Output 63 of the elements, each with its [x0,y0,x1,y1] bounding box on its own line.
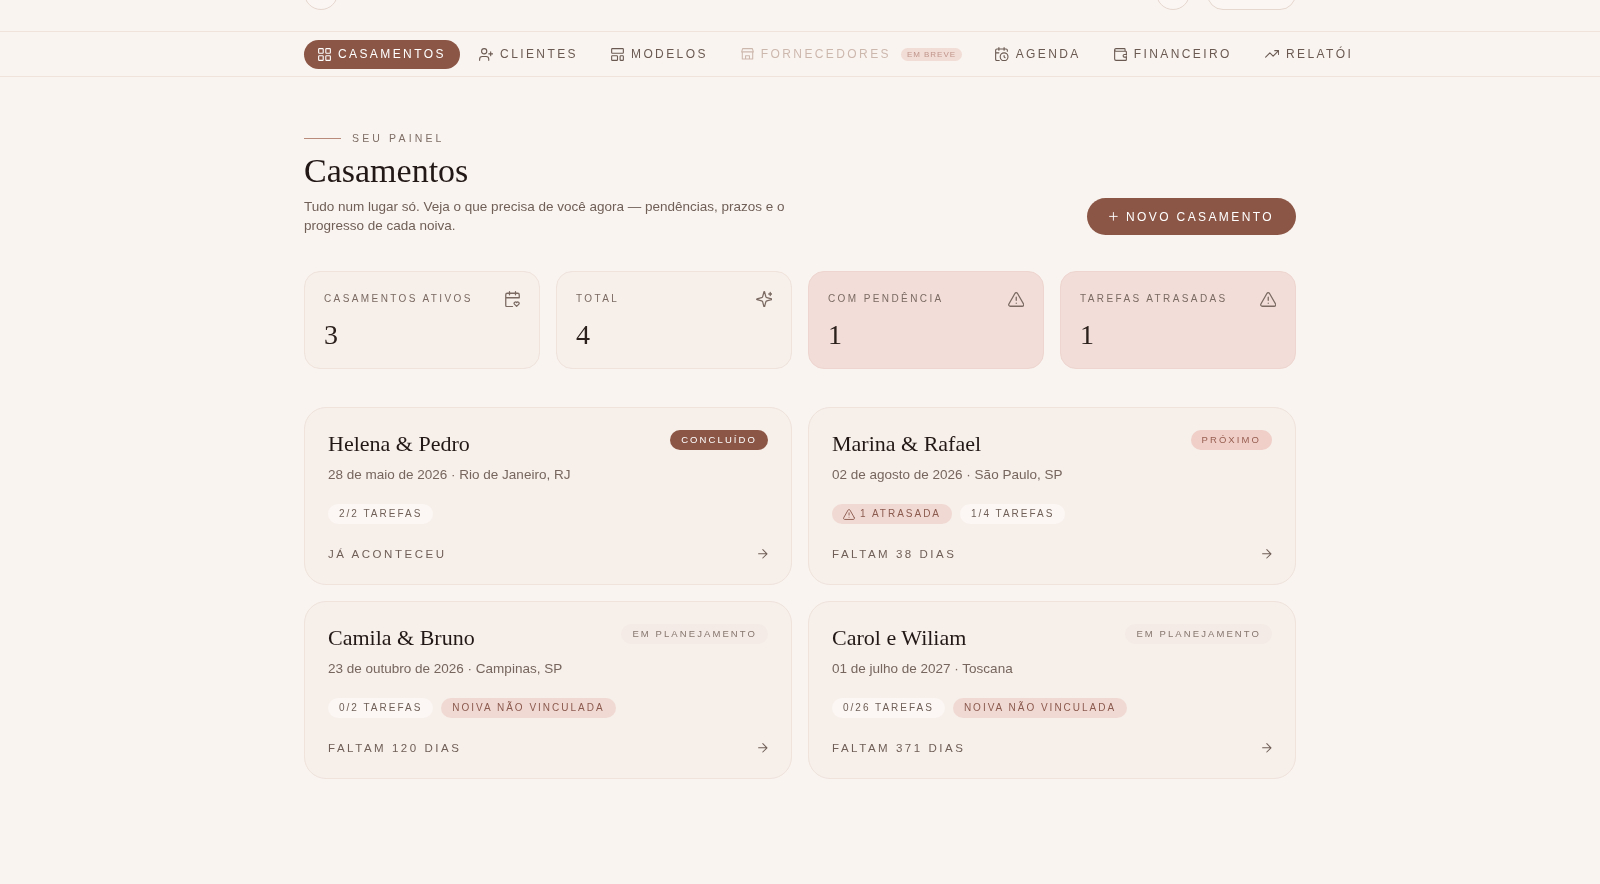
layout-icon [611,47,624,61]
arrow-right-icon [1262,549,1272,559]
status-badge: EM PLANEJAMENTO [1125,624,1272,644]
status-badge: PRÓXIMO [1190,430,1272,450]
stat-label: CASAMENTOS ATIVOS [324,292,473,306]
stat-label: TAREFAS ATRASADAS [1080,292,1228,306]
calendar-clock-icon [995,46,1009,62]
arrow-right-icon [758,743,768,753]
countdown-text: JÁ ACONTECEU [328,547,447,561]
countdown-text: FALTAM 371 DIAS [832,741,966,755]
date-place: 28 de maio de 2026 · Rio de Janeiro, RJ [328,466,572,484]
task-chip: NOIVA NÃO VINCULADA [441,698,616,718]
date-place: 01 de julho de 2027 · Toscana [832,660,1014,678]
date-place: 02 de agosto de 2026 · São Paulo, SP [832,466,1064,484]
stat-value: 1 [828,319,843,351]
soon-badge: EM BREVE [900,47,962,61]
warning-icon [1007,291,1024,307]
plus-icon [1109,212,1118,221]
wedding-card[interactable]: Marina & Rafael PRÓXIMO 02 de agosto de 2026 · São Paulo, SP 1 ATRASADA 1/4 TAREFAS FALTAM 38 DIAS [808,407,1296,585]
nav-tab[interactable]: CASAMENTOS [304,39,460,69]
stat-label: TOTAL [576,292,620,306]
sparkles-icon [755,290,772,308]
section-eyebrow: SEU PAINEL [352,131,445,145]
arrow-right-icon [1262,743,1272,753]
date-place: 23 de outubro de 2026 · Campinas, SP [328,660,564,678]
task-chip: 0/26 TAREFAS [832,698,945,718]
store-icon [740,48,754,60]
task-chip: 1 ATRASADA [832,504,953,524]
status-badge: CONCLUÍDO [670,430,768,450]
couple-name: Carol e Wiliam [832,624,967,652]
page-description: Tudo num lugar só. Veja o que precisa de você agora — pendências, prazos e o progresso de cada noiva. [304,198,786,235]
task-chip: 2/2 TAREFAS [328,504,434,524]
couple-name: Camila & Bruno [328,624,475,652]
wedding-card[interactable]: Camila & Bruno EM PLANEJAMENTO 23 de outubro de 2026 · Campinas, SP 0/2 TAREFAS NOIVA NÃO VINCULADA FALTAM 120 DIAS [304,601,792,779]
person-plus-icon [478,47,494,61]
countdown-text: FALTAM 38 DIAS [832,547,957,561]
couple-name: Marina & Rafael [832,430,982,458]
grid-icon [318,47,331,61]
stat-value: 1 [1080,319,1095,351]
task-chip: 1/4 TAREFAS [960,504,1066,524]
couple-name: Helena & Pedro [328,430,470,458]
task-chip: NOIVA NÃO VINCULADA [952,698,1128,718]
nav-tab[interactable]: RELATÓI [1250,39,1368,69]
stat-value: 4 [576,319,591,351]
wedding-card[interactable]: Carol e Wiliam EM PLANEJAMENTO 01 de julho de 2027 · Toscana 0/26 TAREFAS NOIVA NÃO VINCULADA FALTAM 371 DIAS [808,601,1296,779]
stat-value: 3 [324,319,339,351]
nav-tab[interactable]: AGENDA [981,39,1095,69]
stat-label: COM PENDÊNCIA [828,292,944,306]
countdown-text: FALTAM 120 DIAS [328,741,462,755]
task-chip: 0/2 TAREFAS [328,698,434,718]
trend-up-icon [1264,50,1279,58]
arrow-right-icon [758,549,768,559]
status-badge: EM PLANEJAMENTO [621,624,768,644]
new-wedding-button[interactable]: NOVO CASAMENTO [1087,198,1296,235]
nav-tab[interactable]: MODELOS [597,39,722,69]
warning-icon [843,508,856,520]
wedding-card[interactable]: Helena & Pedro CONCLUÍDO 28 de maio de 2026 · Rio de Janeiro, RJ 2/2 TAREFAS JÁ ACONTECEU [304,407,792,585]
warning-icon [1259,291,1276,307]
calendar-heart-icon [505,290,520,308]
page-title: Casamentos [304,151,470,191]
nav-tab[interactable]: CLIENTES [464,39,592,69]
nav-tab[interactable]: FINANCEIRO [1099,39,1246,69]
wallet-icon [1113,47,1127,61]
